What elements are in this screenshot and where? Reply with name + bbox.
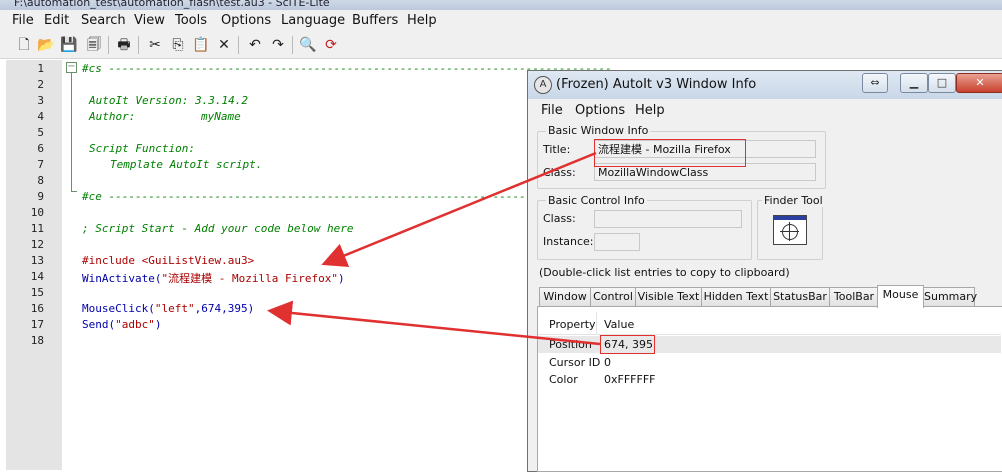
arrow-to-winactivate: [321, 151, 597, 268]
annotation-arrows: [267, 151, 601, 346]
arrow-to-mouseclick: [267, 300, 601, 346]
tab-mouse[interactable]: Mouse: [877, 285, 924, 308]
